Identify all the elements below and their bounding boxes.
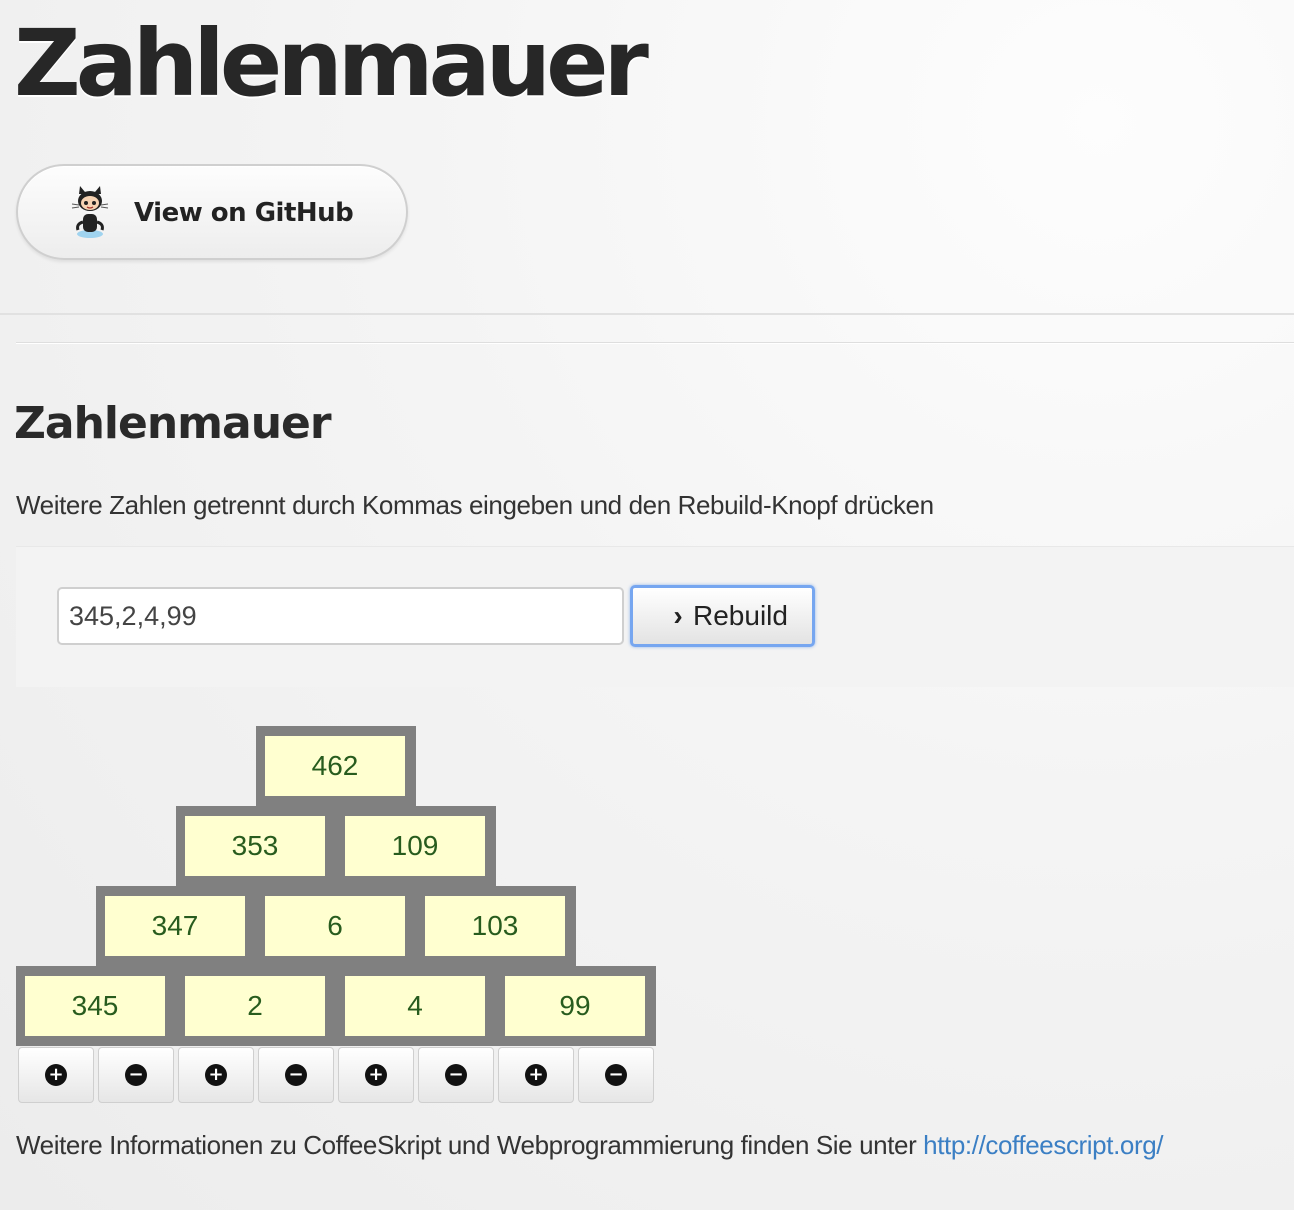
brick: 6 bbox=[265, 896, 405, 956]
decrease-button-1[interactable]: − bbox=[98, 1047, 174, 1103]
header-divider bbox=[0, 313, 1294, 315]
decrease-button-4[interactable]: − bbox=[578, 1047, 654, 1103]
increase-button-3[interactable]: + bbox=[338, 1047, 414, 1103]
numbers-input[interactable] bbox=[57, 587, 624, 645]
minus-circle-icon: − bbox=[445, 1064, 467, 1086]
brick: 4 bbox=[345, 976, 485, 1036]
increase-button-4[interactable]: + bbox=[498, 1047, 574, 1103]
increase-button-1[interactable]: + bbox=[18, 1047, 94, 1103]
instructions-text: Weitere Zahlen getrennt durch Kommas ein… bbox=[16, 490, 934, 520]
octocat-icon bbox=[71, 186, 109, 238]
brick: 347 bbox=[105, 896, 245, 956]
increase-button-2[interactable]: + bbox=[178, 1047, 254, 1103]
minus-circle-icon: − bbox=[605, 1064, 627, 1086]
plus-circle-icon: + bbox=[525, 1064, 547, 1086]
brick: 103 bbox=[425, 896, 565, 956]
brick: 462 bbox=[265, 736, 405, 796]
brick: 353 bbox=[185, 816, 325, 876]
page-title: Zahlenmauer bbox=[14, 10, 649, 117]
plus-circle-icon: + bbox=[365, 1064, 387, 1086]
brick: 109 bbox=[345, 816, 485, 876]
plus-circle-icon: + bbox=[45, 1064, 67, 1086]
github-button-label: View on GitHub bbox=[134, 198, 354, 228]
view-on-github-button[interactable]: View on GitHub bbox=[16, 164, 408, 260]
minus-circle-icon: − bbox=[285, 1064, 307, 1086]
decrease-button-2[interactable]: − bbox=[258, 1047, 334, 1103]
content-divider bbox=[16, 342, 1294, 344]
plus-circle-icon: + bbox=[205, 1064, 227, 1086]
footer-info: Weitere Informationen zu CoffeeSkript un… bbox=[16, 1130, 1164, 1161]
brick: 2 bbox=[185, 976, 325, 1036]
section-title: Zahlenmauer bbox=[14, 398, 332, 449]
footer-text: Weitere Informationen zu CoffeeSkript un… bbox=[16, 1130, 924, 1160]
rebuild-button[interactable]: › Rebuild bbox=[630, 585, 815, 647]
minus-circle-icon: − bbox=[125, 1064, 147, 1086]
decrease-button-3[interactable]: − bbox=[418, 1047, 494, 1103]
brick: 99 bbox=[505, 976, 645, 1036]
rebuild-label: Rebuild bbox=[693, 600, 788, 631]
brick: 345 bbox=[25, 976, 165, 1036]
chevron-right-icon: › bbox=[673, 600, 683, 631]
coffeescript-link[interactable]: http://coffeescript.org/ bbox=[923, 1130, 1163, 1160]
